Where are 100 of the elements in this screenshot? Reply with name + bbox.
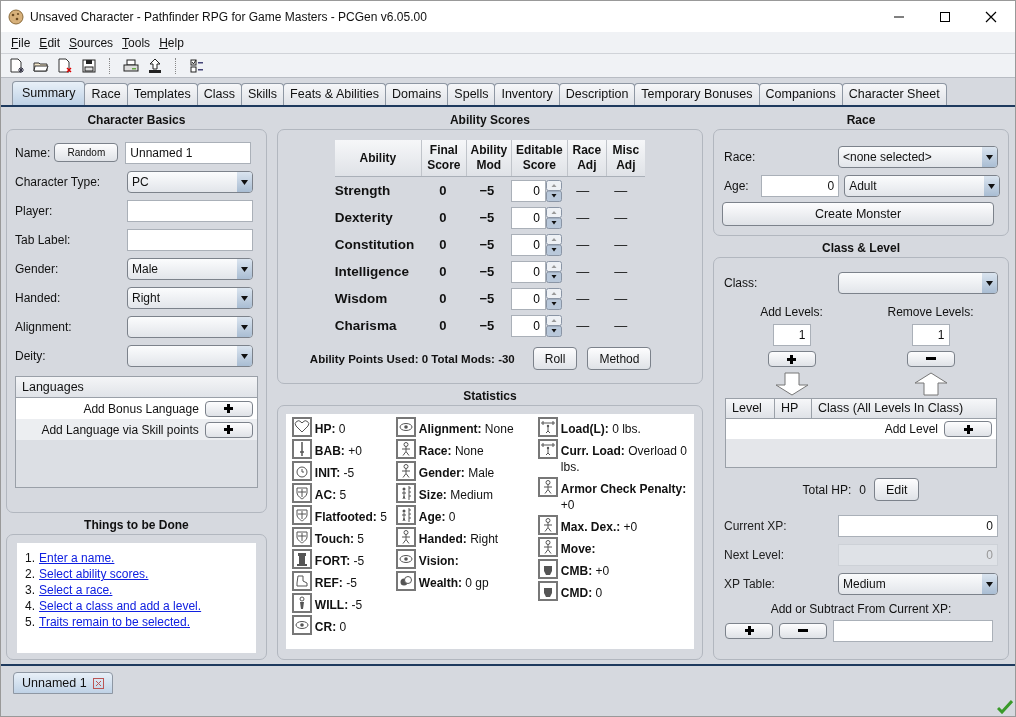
menu-item[interactable]: File — [11, 35, 31, 50]
add-button[interactable] — [944, 421, 992, 437]
column-header: Ability Mod — [466, 140, 512, 176]
create-monster-button[interactable]: Create Monster — [722, 202, 994, 226]
dropdown[interactable] — [127, 315, 253, 338]
text-field[interactable] — [127, 199, 253, 222]
race-adjustment: — — [575, 237, 591, 252]
export-icon[interactable] — [147, 57, 163, 74]
dropdown[interactable]: Adult — [844, 174, 1000, 197]
levels-field[interactable]: 1 — [772, 324, 811, 346]
stat-text: Vision: — [418, 553, 459, 570]
section-title: Ability Scores — [448, 112, 531, 129]
dropdown[interactable]: Male — [127, 257, 253, 280]
xp-amount-field[interactable] — [833, 619, 993, 642]
stat-text: Flatfooted: 5 — [314, 509, 387, 526]
menu-item[interactable]: Help — [159, 35, 184, 50]
add-level-button[interactable] — [767, 351, 816, 367]
tab[interactable]: Companions — [758, 83, 843, 105]
spinner-arrows-icon[interactable] — [545, 287, 562, 310]
close-tab-icon[interactable] — [92, 677, 104, 689]
new-file-icon[interactable] — [9, 57, 25, 74]
link[interactable]: Traits remain to be selected. — [39, 615, 190, 629]
tab[interactable]: Class — [196, 83, 242, 105]
column-header: Final Score — [421, 140, 467, 176]
score-field[interactable]: 0 — [510, 260, 546, 283]
tab[interactable]: Skills — [240, 83, 285, 105]
link[interactable]: Enter a name. — [39, 551, 115, 565]
add-button[interactable] — [204, 421, 253, 438]
xp-field[interactable]: 0 — [838, 514, 998, 537]
spinner-arrows-icon[interactable] — [545, 206, 562, 229]
dropdown[interactable]: <none selected> — [838, 145, 998, 168]
text-field[interactable] — [127, 228, 253, 251]
levels-field[interactable]: 1 — [911, 324, 950, 346]
plus-icon — [224, 425, 234, 434]
tab[interactable]: Summary — [12, 81, 86, 105]
ability-name: Dexterity — [334, 210, 394, 225]
name-field[interactable]: Unnamed 1 — [125, 141, 252, 164]
ability-mod: −5 — [478, 210, 496, 225]
edit-button[interactable]: Edit — [873, 478, 920, 501]
tab[interactable]: Character Sheet — [841, 83, 947, 105]
remove-level-button[interactable] — [906, 351, 955, 367]
stat-text: Gender: Male — [418, 465, 495, 482]
stat-text: Move: — [560, 541, 596, 558]
print-icon[interactable] — [123, 57, 139, 74]
section-title: Race — [845, 112, 877, 129]
clock-icon — [291, 461, 312, 481]
score-field[interactable]: 0 — [510, 287, 546, 310]
menu-item[interactable]: Tools — [122, 35, 151, 50]
random-button[interactable]: Random — [54, 143, 119, 162]
column-header: Misc Adj — [611, 142, 641, 174]
spinner-arrows-icon[interactable] — [545, 314, 562, 337]
close-file-icon[interactable] — [57, 57, 73, 74]
race-adjustment: — — [575, 210, 591, 225]
link[interactable]: Select ability scores. — [39, 567, 149, 581]
score-field[interactable]: 0 — [510, 206, 546, 229]
maximize-icon[interactable] — [939, 10, 951, 23]
link[interactable]: Select a race. — [39, 583, 113, 597]
score-field[interactable]: 0 — [510, 314, 546, 337]
tab[interactable]: Inventory — [494, 83, 560, 105]
character-tab[interactable]: Unnamed 1 — [13, 672, 113, 694]
ability-name: Intelligence — [334, 264, 411, 279]
tab[interactable]: Description — [558, 83, 636, 105]
age-field[interactable]: 0 — [761, 174, 840, 197]
add-button[interactable] — [204, 400, 253, 417]
misc-adjustment: — — [613, 291, 629, 306]
tab[interactable]: Spells — [447, 83, 496, 105]
link[interactable]: Select a class and add a level. — [39, 599, 202, 613]
menu-item[interactable]: Edit — [39, 35, 61, 50]
spinner-arrows-icon[interactable] — [545, 260, 562, 283]
action-button[interactable]: Roll — [532, 347, 578, 370]
misc-adjustment: — — [613, 318, 629, 333]
dropdown[interactable]: Medium — [838, 572, 998, 595]
close-icon[interactable] — [985, 10, 997, 23]
dropdown[interactable]: PC — [127, 170, 253, 193]
save-icon[interactable] — [81, 57, 97, 74]
list-number: 2. — [25, 567, 35, 581]
dropdown[interactable] — [838, 271, 998, 294]
tab[interactable]: Domains — [385, 83, 449, 105]
score-field[interactable]: 0 — [510, 233, 546, 256]
spinner-arrows-icon[interactable] — [545, 233, 562, 256]
field-label: Player: — [15, 203, 54, 218]
dropdown[interactable] — [127, 344, 253, 367]
dropdown[interactable]: Right — [127, 286, 253, 309]
stat-text: Touch: 5 — [314, 531, 364, 548]
figure-icon — [395, 439, 416, 459]
action-button[interactable]: Method — [587, 347, 652, 370]
tab[interactable]: Race — [84, 83, 128, 105]
spinner-arrows-icon[interactable] — [545, 179, 562, 202]
tab[interactable]: Temporary Bonuses — [634, 83, 760, 105]
subtract-xp-button[interactable] — [779, 622, 827, 639]
add-xp-button[interactable] — [725, 622, 773, 639]
tab[interactable]: Templates — [126, 83, 198, 105]
ability-mod: −5 — [478, 183, 496, 198]
section-title: Class & Level — [820, 240, 901, 257]
checklist-icon[interactable] — [189, 57, 205, 74]
menu-item[interactable]: Sources — [69, 35, 114, 50]
ability-mod: −5 — [478, 291, 496, 306]
tab[interactable]: Feats & Abilities — [283, 83, 387, 105]
table-header: Languages — [16, 377, 257, 398]
score-field[interactable]: 0 — [510, 179, 546, 202]
